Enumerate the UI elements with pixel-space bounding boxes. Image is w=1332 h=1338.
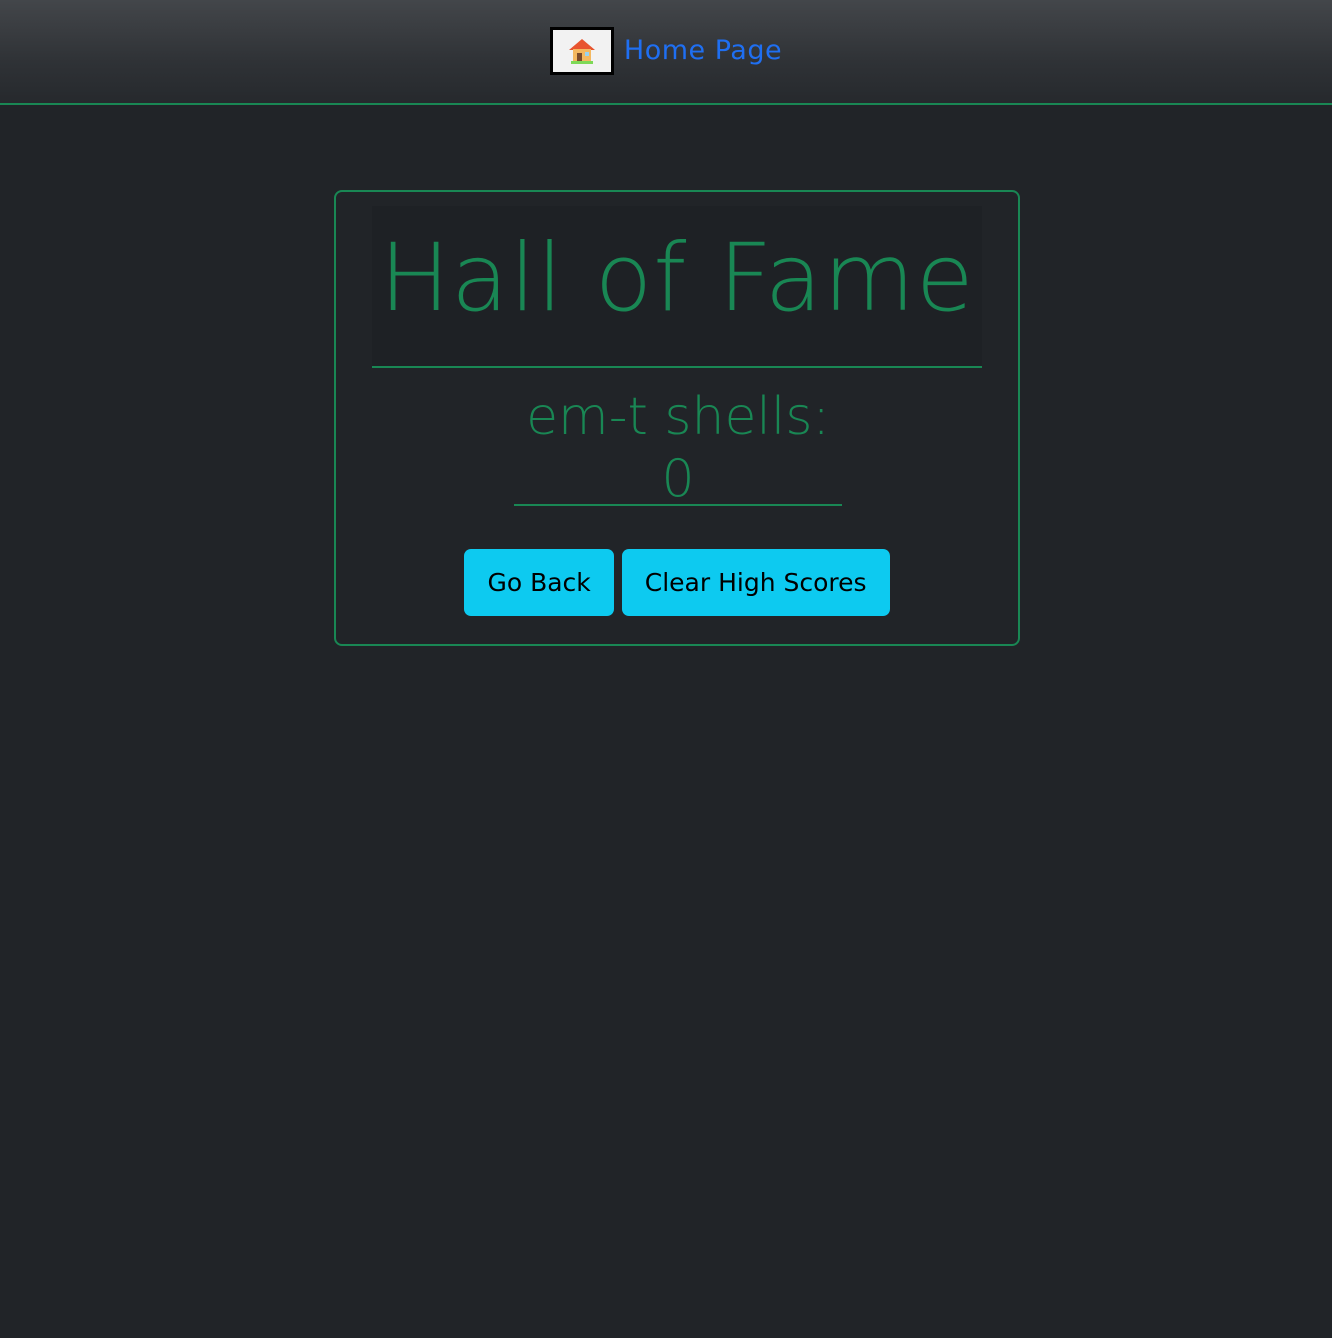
house-icon[interactable] — [549, 26, 614, 75]
list-item: em-t shells: 0 — [514, 382, 842, 509]
score-list: em-t shells: 0 — [514, 382, 842, 509]
home-page-link[interactable]: Home Page — [549, 26, 782, 75]
top-navbar: Home Page — [0, 0, 1332, 105]
title-header: Hall of Fame — [372, 206, 982, 368]
page-title: Hall of Fame — [379, 224, 975, 333]
button-row: Go Back Clear High Scores — [336, 549, 1018, 616]
clear-high-scores-button[interactable]: Clear High Scores — [621, 549, 890, 616]
home-page-label[interactable]: Home Page — [624, 35, 782, 66]
go-back-button[interactable]: Go Back — [464, 549, 614, 616]
high-scores-card: Hall of Fame em-t shells: 0 Go Back Clea… — [334, 190, 1020, 646]
